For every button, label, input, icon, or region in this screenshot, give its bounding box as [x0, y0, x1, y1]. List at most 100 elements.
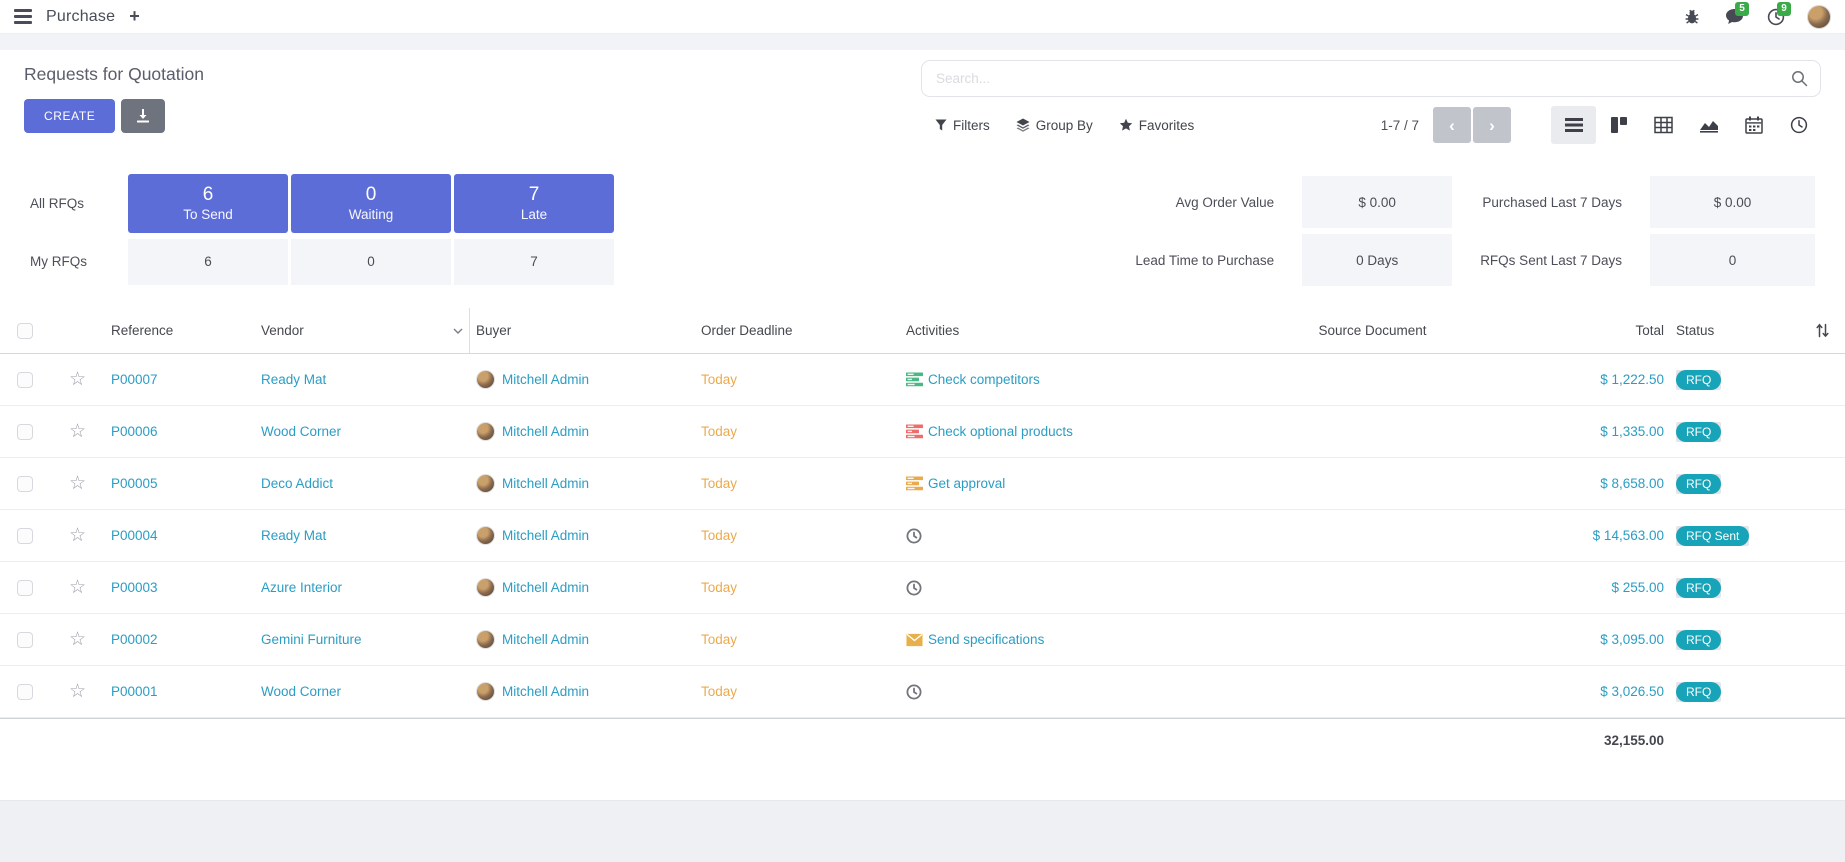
column-header-status[interactable]: Status	[1670, 323, 1800, 338]
vendor-link[interactable]: Ready Mat	[255, 528, 470, 543]
favorite-star-icon[interactable]: ☆	[69, 368, 86, 391]
activity-icon[interactable]	[906, 683, 923, 700]
activity-icon[interactable]	[906, 475, 923, 492]
activity-cell[interactable]: Check competitors	[900, 371, 1230, 388]
vendor-link[interactable]: Ready Mat	[255, 372, 470, 387]
favorite-star-icon[interactable]: ☆	[69, 472, 86, 495]
buyer-link[interactable]: Mitchell Admin	[502, 580, 589, 595]
buyer-link[interactable]: Mitchell Admin	[502, 632, 589, 647]
activity-cell[interactable]: Get approval	[900, 475, 1230, 492]
vendor-link[interactable]: Wood Corner	[255, 424, 470, 439]
optional-columns-button[interactable]	[1800, 323, 1845, 338]
row-checkbox[interactable]	[17, 476, 33, 492]
row-checkbox[interactable]	[17, 632, 33, 648]
pager-next-button[interactable]: ›	[1473, 107, 1511, 143]
rfqs-sent-last-7-days[interactable]: 0	[1650, 234, 1815, 286]
pager-previous-button[interactable]: ‹	[1433, 107, 1471, 143]
activity-label[interactable]: Check competitors	[928, 372, 1040, 387]
my-to-send-cell[interactable]: 6	[128, 239, 288, 285]
favorite-star-icon[interactable]: ☆	[69, 628, 86, 651]
row-checkbox[interactable]	[17, 372, 33, 388]
select-all-checkbox[interactable]	[17, 323, 33, 339]
row-checkbox[interactable]	[17, 684, 33, 700]
reference-link[interactable]: P00001	[105, 684, 255, 699]
activity-cell[interactable]: Send specifications	[900, 631, 1230, 648]
debug-bug-icon[interactable]	[1681, 6, 1703, 28]
pivot-view-button[interactable]	[1641, 106, 1686, 144]
vendor-link[interactable]: Gemini Furniture	[255, 632, 470, 647]
reference-link[interactable]: P00004	[105, 528, 255, 543]
column-header-activities[interactable]: Activities	[900, 323, 1230, 338]
lead-time-value[interactable]: 0 Days	[1302, 234, 1452, 286]
reference-link[interactable]: P00005	[105, 476, 255, 491]
table-row[interactable]: ☆ P00007 Ready Mat Mitchell Admin Today …	[0, 354, 1845, 406]
activity-icon[interactable]	[906, 579, 923, 596]
reference-link[interactable]: P00006	[105, 424, 255, 439]
column-header-reference[interactable]: Reference	[105, 323, 255, 338]
table-row[interactable]: ☆ P00005 Deco Addict Mitchell Admin Toda…	[0, 458, 1845, 510]
apps-menu-icon[interactable]	[14, 9, 32, 24]
list-view-button[interactable]	[1551, 106, 1596, 144]
buyer-link[interactable]: Mitchell Admin	[502, 684, 589, 699]
vendor-link[interactable]: Azure Interior	[255, 580, 470, 595]
row-checkbox[interactable]	[17, 528, 33, 544]
activity-cell[interactable]	[900, 527, 1230, 544]
activity-icon[interactable]	[906, 423, 923, 440]
column-header-deadline[interactable]: Order Deadline	[695, 323, 900, 338]
filters-button[interactable]: Filters	[935, 118, 990, 133]
reference-link[interactable]: P00002	[105, 632, 255, 647]
to-send-button[interactable]: 6 To Send	[128, 174, 288, 233]
favorite-star-icon[interactable]: ☆	[69, 420, 86, 443]
activity-icon[interactable]	[906, 631, 923, 648]
activities-clock-icon[interactable]: 9	[1765, 6, 1787, 28]
waiting-button[interactable]: 0 Waiting	[291, 174, 451, 233]
activity-cell[interactable]	[900, 579, 1230, 596]
activity-icon[interactable]	[906, 527, 923, 544]
activity-cell[interactable]	[900, 683, 1230, 700]
table-row[interactable]: ☆ P00003 Azure Interior Mitchell Admin T…	[0, 562, 1845, 614]
buyer-link[interactable]: Mitchell Admin	[502, 528, 589, 543]
calendar-view-button[interactable]	[1731, 106, 1776, 144]
activity-view-button[interactable]	[1776, 106, 1821, 144]
table-row[interactable]: ☆ P00002 Gemini Furniture Mitchell Admin…	[0, 614, 1845, 666]
search-input[interactable]	[922, 71, 1779, 86]
reference-link[interactable]: P00003	[105, 580, 255, 595]
column-header-buyer[interactable]: Buyer	[470, 323, 695, 338]
row-checkbox[interactable]	[17, 580, 33, 596]
favorite-star-icon[interactable]: ☆	[69, 576, 86, 599]
export-download-button[interactable]	[121, 99, 165, 133]
activity-cell[interactable]: Check optional products	[900, 423, 1230, 440]
new-tab-icon[interactable]: +	[129, 6, 140, 27]
column-header-vendor[interactable]: Vendor	[255, 308, 470, 353]
kanban-view-button[interactable]	[1596, 106, 1641, 144]
table-row[interactable]: ☆ P00001 Wood Corner Mitchell Admin Toda…	[0, 666, 1845, 718]
group-by-button[interactable]: Group By	[1016, 118, 1093, 133]
buyer-link[interactable]: Mitchell Admin	[502, 476, 589, 491]
activity-label[interactable]: Check optional products	[928, 424, 1073, 439]
table-row[interactable]: ☆ P00006 Wood Corner Mitchell Admin Toda…	[0, 406, 1845, 458]
buyer-link[interactable]: Mitchell Admin	[502, 372, 589, 387]
messages-icon[interactable]: 5	[1723, 6, 1745, 28]
search-bar[interactable]	[921, 60, 1821, 97]
table-row[interactable]: ☆ P00004 Ready Mat Mitchell Admin Today …	[0, 510, 1845, 562]
my-waiting-cell[interactable]: 0	[291, 239, 451, 285]
vendor-link[interactable]: Deco Addict	[255, 476, 470, 491]
favorite-star-icon[interactable]: ☆	[69, 680, 86, 703]
app-name[interactable]: Purchase	[46, 8, 115, 26]
my-late-cell[interactable]: 7	[454, 239, 614, 285]
favorite-star-icon[interactable]: ☆	[69, 524, 86, 547]
reference-link[interactable]: P00007	[105, 372, 255, 387]
activity-icon[interactable]	[906, 371, 923, 388]
graph-view-button[interactable]	[1686, 106, 1731, 144]
search-icon[interactable]	[1779, 70, 1820, 87]
late-button[interactable]: 7 Late	[454, 174, 614, 233]
column-header-total[interactable]: Total	[1515, 323, 1670, 338]
buyer-link[interactable]: Mitchell Admin	[502, 424, 589, 439]
create-button[interactable]: CREATE	[24, 99, 115, 133]
column-header-source[interactable]: Source Document	[1230, 323, 1515, 338]
favorites-button[interactable]: Favorites	[1119, 118, 1195, 133]
user-avatar[interactable]	[1807, 5, 1831, 29]
activity-label[interactable]: Get approval	[928, 476, 1005, 491]
vendor-link[interactable]: Wood Corner	[255, 684, 470, 699]
purchased-last-7-days[interactable]: $ 0.00	[1650, 176, 1815, 228]
